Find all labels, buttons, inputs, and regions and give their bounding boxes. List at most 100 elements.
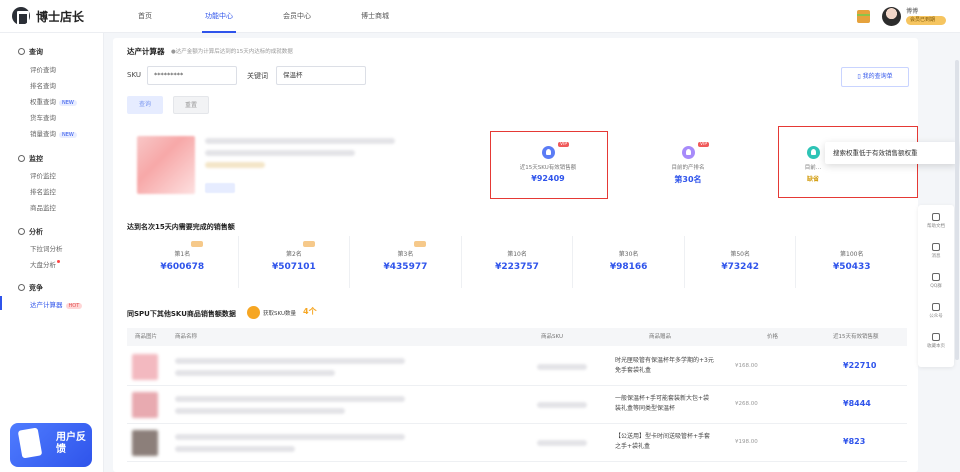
flag-icon bbox=[191, 241, 203, 247]
product-name-blur bbox=[175, 408, 345, 414]
column-header: 商品名称 bbox=[175, 334, 198, 340]
new-dot bbox=[57, 260, 60, 263]
active-indicator bbox=[0, 296, 2, 310]
product-tag bbox=[205, 183, 235, 193]
feedback-label: 用户反馈 bbox=[56, 432, 86, 455]
keyword-input[interactable]: 保温杯 bbox=[276, 66, 366, 85]
flag-icon bbox=[302, 241, 315, 247]
column-header: 价格 bbox=[767, 334, 779, 340]
gift-text: 一般保温杯+手可能套装新大包+袋装礼盒等同类型保温杯 bbox=[615, 395, 710, 412]
right-toolbar: 帮助文档 消息 QQ群 公众号 收藏本页 bbox=[918, 205, 954, 367]
page-title: 达产计算器 bbox=[127, 47, 165, 56]
star-icon bbox=[932, 333, 940, 341]
price: ¥168.00 bbox=[735, 363, 758, 369]
column-header: 商品SKU bbox=[541, 334, 563, 340]
rank-card: 第50名 ¥73242 bbox=[685, 236, 797, 288]
message-button[interactable]: 消息 bbox=[918, 243, 954, 259]
help-docs-button[interactable]: 帮助文档 bbox=[918, 213, 954, 229]
metric-value: 缺省 bbox=[806, 176, 819, 183]
sidebar-item-review-monitor[interactable]: 评价监控 bbox=[30, 170, 56, 180]
price: ¥198.00 bbox=[735, 439, 758, 445]
sidebar-item-review-query[interactable]: 评价查询 bbox=[30, 64, 56, 74]
wechat-icon bbox=[932, 303, 940, 311]
nav-mall[interactable]: 博士商城 bbox=[336, 0, 414, 33]
message-icon bbox=[932, 243, 940, 251]
nav-features[interactable]: 功能中心 bbox=[180, 0, 258, 33]
nav-member[interactable]: 会员中心 bbox=[258, 0, 336, 33]
sku-input[interactable]: ********* bbox=[147, 66, 237, 85]
query-button[interactable]: 查询 bbox=[127, 96, 163, 114]
column-header: 商品赠品 bbox=[649, 334, 672, 340]
document-icon bbox=[17, 427, 43, 459]
product-name-blur bbox=[175, 446, 295, 452]
table-row: 一般保温杯+手可能套装新大包+袋装礼盒等同类型保温杯 ¥268.00 ¥8444 bbox=[127, 386, 907, 424]
sales-value: ¥22710 bbox=[843, 361, 877, 370]
product-title-blur bbox=[205, 138, 395, 144]
wechat-button[interactable]: 公众号 bbox=[918, 303, 954, 319]
product-thumbnail bbox=[132, 430, 158, 456]
sidebar-item-product-monitor[interactable]: 商品监控 bbox=[30, 202, 56, 212]
sidebar-group-monitor: 监控 bbox=[18, 154, 43, 164]
metric-label: 目前… bbox=[804, 165, 822, 171]
rank-targets: 第1名 ¥600678 第2名 ¥507101 第3名 ¥435977 第10名 ¥22… bbox=[127, 236, 907, 288]
table-title: 同SPU下其他SKU商品销售额数据 bbox=[127, 310, 236, 318]
page-tip: ●达产金额为计算后达到的15天内达标的成就数据 bbox=[171, 49, 293, 55]
app-name: 博士店长 bbox=[36, 9, 85, 24]
rank-card: 第3名 ¥435977 bbox=[350, 236, 462, 288]
metric-label: 近15天SKU有效销售额 bbox=[519, 165, 577, 171]
product-name-blur bbox=[175, 396, 405, 402]
sku-blur bbox=[537, 402, 587, 408]
main-panel: 达产计算器 ●达产金额为计算后达到的15天内达标的成就数据 SKU ******… bbox=[113, 38, 957, 472]
product-name-blur bbox=[175, 358, 405, 364]
qq-group-button[interactable]: QQ群 bbox=[918, 273, 954, 289]
product-title-blur bbox=[205, 150, 355, 156]
reset-button[interactable]: 重置 bbox=[173, 96, 209, 114]
nav-home[interactable]: 首页 bbox=[106, 0, 184, 33]
search-icon bbox=[18, 48, 25, 55]
product-name-blur bbox=[175, 370, 335, 376]
sidebar-item-dropdown-analysis[interactable]: 下拉词分析 bbox=[30, 243, 63, 253]
sidebar-item-sales-query[interactable]: 销量查询 NEW bbox=[30, 128, 77, 138]
sku-blur bbox=[537, 440, 587, 446]
product-meta-blur bbox=[205, 162, 265, 168]
gift-text: 时光匣吸管有保温杯年多学期的+3元免手套袋礼盒 bbox=[615, 357, 714, 374]
logo-icon bbox=[12, 7, 30, 26]
new-badge: NEW bbox=[59, 100, 77, 106]
bookmark-button[interactable]: 收藏本页 bbox=[918, 333, 954, 349]
sidebar-item-rank-query[interactable]: 排名查询 bbox=[30, 80, 56, 90]
sidebar-group-compete: 竞争 bbox=[18, 283, 43, 293]
scrollbar[interactable] bbox=[955, 60, 959, 360]
logo[interactable]: 博士店长 bbox=[12, 7, 85, 26]
rank-card: 第10名 ¥223757 bbox=[462, 236, 574, 288]
main-nav: 首页 功能中心 会员中心 博士商城 bbox=[106, 0, 414, 33]
sidebar-group-query: 查询 bbox=[18, 47, 43, 57]
my-query-list-button[interactable]: ▯ 我的查询单 bbox=[841, 67, 909, 87]
sidebar-item-weight-query[interactable]: 权重查询 NEW bbox=[30, 96, 77, 106]
sidebar-group-analysis: 分析 bbox=[18, 227, 43, 237]
gift-text: 【公送用】型卡时间送吸管杯+手套之手+袋礼盒 bbox=[615, 433, 711, 450]
sidebar-item-cart-query[interactable]: 货车查询 bbox=[30, 112, 56, 122]
qq-icon bbox=[932, 273, 940, 281]
column-header: 近15天有效销售额 bbox=[833, 334, 879, 340]
keyword-label: 关键词 bbox=[247, 72, 268, 80]
rank-icon bbox=[681, 146, 695, 159]
rank-card: 第100名 ¥50433 bbox=[832, 251, 871, 272]
product-thumbnail bbox=[132, 392, 158, 418]
sidebar: 查询 评价查询 排名查询 权重查询 NEW 货车查询 销量查询 NEW 监控 评价监… bbox=[0, 33, 104, 472]
table-row: 时光匣吸管有保温杯年多学期的+3元免手套袋礼盒 ¥168.00 ¥22710 bbox=[127, 348, 907, 386]
sales-value: ¥8444 bbox=[843, 399, 871, 408]
compete-icon bbox=[18, 284, 25, 291]
new-badge: NEW bbox=[59, 132, 77, 138]
sidebar-item-calculator[interactable]: 达产计算器 HOT bbox=[30, 299, 83, 309]
avatar[interactable] bbox=[882, 7, 901, 26]
member-status-badge[interactable]: 会员已到期 bbox=[906, 16, 946, 25]
metric-sales: VIP 近15天SKU有效销售额 ¥92409 bbox=[498, 142, 598, 183]
product-image bbox=[137, 136, 195, 194]
sales-value: ¥823 bbox=[843, 437, 866, 446]
gift-icon[interactable] bbox=[857, 10, 870, 23]
sidebar-item-market-analysis[interactable]: 大盘分析 bbox=[30, 259, 60, 269]
sidebar-item-rank-monitor[interactable]: 排名监控 bbox=[30, 186, 56, 196]
feedback-button[interactable]: 用户反馈 bbox=[10, 423, 92, 467]
user-name: 博博 bbox=[906, 8, 919, 15]
rank-card: 第2名 ¥507101 bbox=[239, 236, 351, 288]
